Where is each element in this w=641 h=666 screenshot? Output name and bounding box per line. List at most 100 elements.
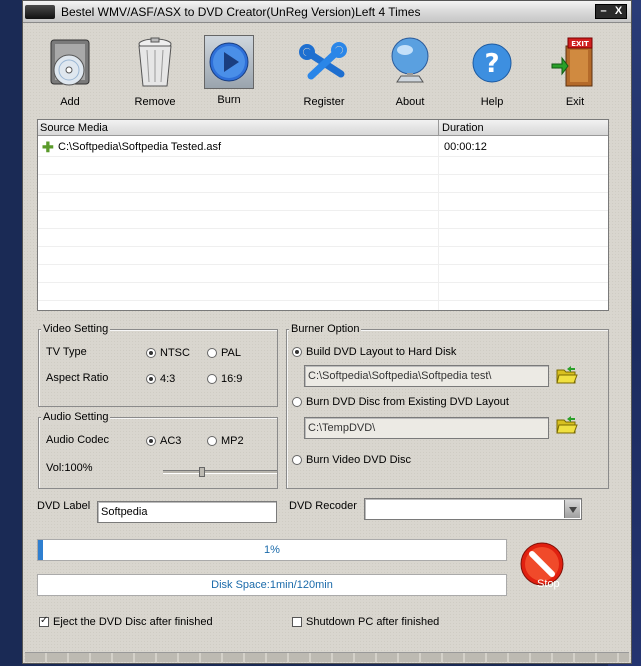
svg-text:?: ? (484, 49, 499, 79)
folder-open-icon (556, 416, 578, 434)
media-path: C:\Softpedia\Softpedia Tested.asf (58, 141, 222, 153)
eject-label[interactable]: Eject the DVD Disc after finished (53, 616, 213, 628)
window-title: Bestel WMV/ASF/ASX to DVD Creator(UnReg … (61, 5, 421, 19)
video-dvd-label[interactable]: Burn Video DVD Disc (306, 454, 411, 466)
dvd-recorder-select[interactable] (364, 498, 582, 520)
help-label: Help (480, 96, 504, 108)
about-label: About (395, 96, 425, 108)
add-media-icon (45, 35, 95, 91)
video-setting-title: Video Setting (41, 323, 111, 335)
register-label: Register (303, 96, 345, 108)
volume-slider-thumb[interactable] (199, 467, 205, 477)
source-media-list[interactable]: Source Media Duration ✚ C:\Softpedia\Sof… (37, 119, 609, 311)
exit-door-icon: EXIT (550, 35, 600, 91)
existing-path-field[interactable]: C:\TempDVD\ (304, 417, 549, 439)
video-setting-group: Video Setting TV Type NTSC PAL Aspect Ra… (38, 323, 278, 407)
video-dvd-radio[interactable] (292, 455, 302, 465)
pal-label[interactable]: PAL (221, 347, 241, 359)
pal-radio[interactable] (207, 348, 217, 358)
aspect-ratio-label: Aspect Ratio (46, 372, 109, 384)
window-controls: – X (595, 4, 627, 19)
build-path-field[interactable]: C:\Softpedia\Softpedia\Softpedia test\ (304, 365, 549, 387)
ratio-16-9-label[interactable]: 16:9 (221, 373, 242, 385)
ratio-4-3-radio[interactable] (146, 374, 156, 384)
folder-open-icon (556, 366, 578, 384)
mp2-radio[interactable] (207, 436, 217, 446)
window-bottom-edge (25, 652, 629, 662)
burn-button[interactable]: Burn (197, 35, 261, 111)
remove-button[interactable]: Remove (123, 35, 187, 111)
existing-path-browse-button[interactable] (555, 415, 579, 437)
question-mark-icon: ? (467, 35, 517, 91)
eject-checkbox[interactable] (39, 615, 49, 627)
row-line (38, 246, 608, 247)
burn-label: Burn (217, 94, 241, 106)
row-line (38, 156, 608, 157)
dvd-label-caption: DVD Label (37, 500, 91, 512)
dvd-recorder-caption: DVD Recoder (289, 500, 357, 512)
close-button[interactable]: X (611, 5, 626, 18)
dvd-label-input[interactable]: Softpedia (97, 501, 277, 523)
disk-space-text: Disk Space:1min/120min (211, 579, 333, 591)
progress-percent-text: 1% (264, 544, 280, 556)
source-media-column-header[interactable]: Source Media (40, 122, 108, 134)
column-separator (438, 120, 439, 136)
audio-setting-title: Audio Setting (41, 411, 111, 423)
shutdown-checkbox[interactable] (292, 617, 302, 627)
register-button[interactable]: Register (292, 35, 356, 111)
main-window: Bestel WMV/ASF/ASX to DVD Creator(UnReg … (22, 0, 632, 664)
app-icon (25, 5, 55, 19)
audio-codec-label: Audio Codec (46, 434, 109, 446)
wrench-tools-icon (299, 35, 349, 91)
stop-label: Stop (537, 578, 560, 590)
add-label: Add (60, 96, 80, 108)
help-button[interactable]: ? Help (460, 35, 524, 111)
existing-layout-label[interactable]: Burn DVD Disc from Existing DVD Layout (306, 396, 509, 408)
audio-setting-group: Audio Setting Audio Codec AC3 MP2 Vol:10… (38, 411, 278, 489)
row-line (38, 300, 608, 301)
media-duration: 00:00:12 (444, 141, 487, 153)
ac3-label[interactable]: AC3 (160, 435, 181, 447)
list-header: Source Media Duration (38, 120, 608, 136)
remove-label: Remove (134, 96, 176, 108)
row-line (38, 228, 608, 229)
volume-label: Vol:100% (46, 462, 93, 474)
row-line (38, 264, 608, 265)
row-line (38, 210, 608, 211)
row-line (38, 174, 608, 175)
ratio-16-9-radio[interactable] (207, 374, 217, 384)
row-line (38, 282, 608, 283)
tv-type-label: TV Type (46, 346, 87, 358)
burner-option-group: Burner Option Build DVD Layout to Hard D… (286, 323, 609, 489)
table-row[interactable]: ✚ C:\Softpedia\Softpedia Tested.asf 00:0… (38, 138, 608, 156)
trash-can-icon (130, 35, 180, 91)
build-path-browse-button[interactable] (555, 365, 579, 387)
burn-progress-bar: 1% (37, 539, 507, 561)
play-icon (204, 35, 254, 89)
exit-sign-text: EXIT (571, 40, 589, 48)
stop-button[interactable]: Stop (518, 542, 574, 594)
burner-option-title: Burner Option (289, 323, 362, 335)
existing-layout-radio[interactable] (292, 397, 302, 407)
about-button[interactable]: About (378, 35, 442, 111)
exit-button[interactable]: EXIT Exit (543, 35, 607, 111)
ntsc-radio[interactable] (146, 348, 156, 358)
row-line (38, 192, 608, 193)
ac3-radio[interactable] (146, 436, 156, 446)
ntsc-label[interactable]: NTSC (160, 347, 190, 359)
duration-column-header[interactable]: Duration (442, 122, 484, 134)
globe-icon (385, 35, 435, 91)
volume-slider-track[interactable] (163, 470, 277, 474)
title-bar: Bestel WMV/ASF/ASX to DVD Creator(UnReg … (23, 1, 631, 23)
mp2-label[interactable]: MP2 (221, 435, 244, 447)
media-added-icon: ✚ (42, 139, 54, 155)
ratio-4-3-label[interactable]: 4:3 (160, 373, 175, 385)
add-button[interactable]: Add (38, 35, 102, 111)
build-layout-radio[interactable] (292, 347, 302, 357)
minimize-button[interactable]: – (596, 5, 611, 18)
exit-label: Exit (565, 96, 585, 108)
column-divider (438, 136, 439, 310)
shutdown-label[interactable]: Shutdown PC after finished (306, 616, 439, 628)
chevron-down-icon[interactable] (564, 500, 580, 518)
build-layout-label[interactable]: Build DVD Layout to Hard Disk (306, 346, 456, 358)
